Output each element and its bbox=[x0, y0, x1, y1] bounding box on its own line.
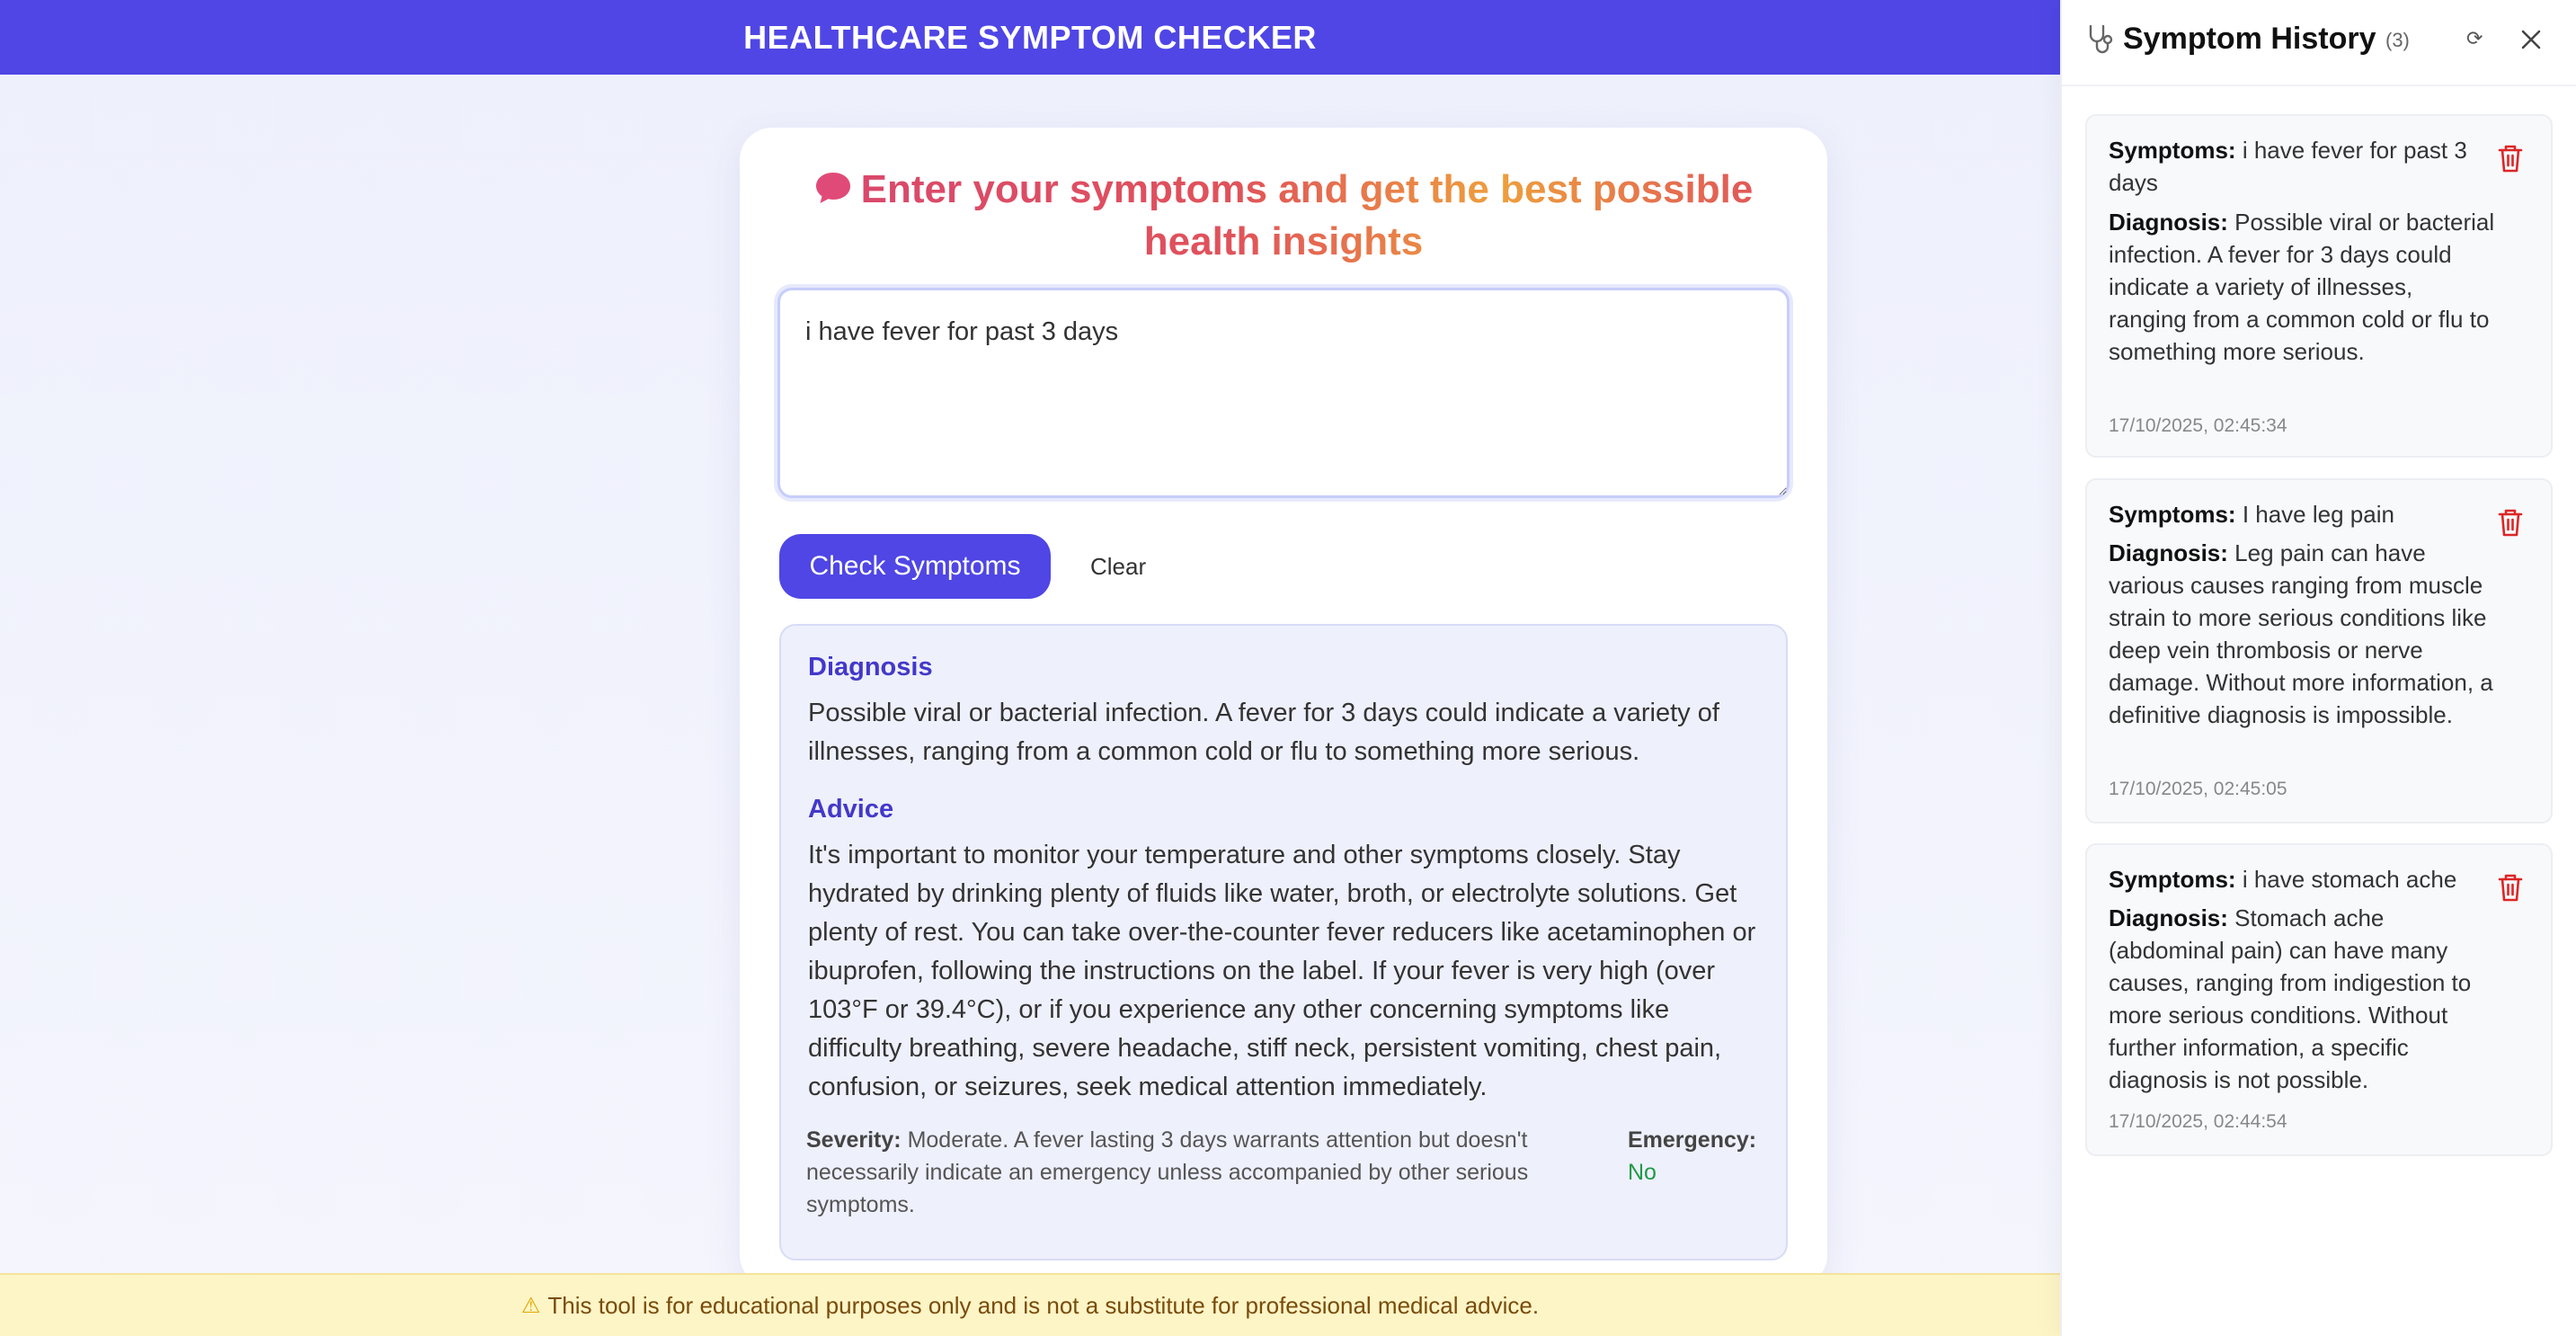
history-symptoms: Symptoms: i have fever for past 3 days bbox=[2109, 134, 2495, 199]
history-count-badge: (3) bbox=[2385, 29, 2410, 51]
severity-label: Severity: bbox=[806, 1127, 902, 1153]
delete-icon[interactable] bbox=[2497, 872, 2524, 903]
disclaimer-banner: ⚠ This tool is for educational purposes … bbox=[0, 1273, 2060, 1336]
app-header: HEALTHCARE SYMPTOM CHECKER bbox=[0, 0, 2060, 75]
history-symptoms: Symptoms: I have leg pain bbox=[2109, 498, 2495, 530]
app-title: HEALTHCARE SYMPTOM CHECKER bbox=[743, 18, 1317, 56]
severity-block: Severity: Moderate. A fever lasting 3 da… bbox=[806, 1124, 1597, 1221]
history-timestamp: 17/10/2025, 02:45:05 bbox=[2109, 779, 2287, 799]
warning-icon: ⚠ bbox=[520, 1293, 541, 1318]
diagnosis-text: Leg pain can have various causes ranging… bbox=[2109, 539, 2493, 728]
delete-icon[interactable] bbox=[2497, 143, 2524, 174]
history-timestamp: 17/10/2025, 02:45:34 bbox=[2109, 415, 2287, 436]
diagnosis-label: Diagnosis: bbox=[2109, 904, 2228, 931]
symptoms-label: Symptoms: bbox=[2109, 866, 2236, 893]
history-item[interactable]: Symptoms: I have leg pain Diagnosis: Leg… bbox=[2085, 478, 2553, 824]
history-item[interactable]: Symptoms: i have stomach ache Diagnosis:… bbox=[2085, 843, 2553, 1156]
history-item[interactable]: Symptoms: i have fever for past 3 days D… bbox=[2085, 114, 2553, 458]
page-heading: Enter your symptoms and get the best pos… bbox=[794, 164, 1773, 268]
sidebar-header: Symptom History (3) bbox=[2062, 0, 2576, 86]
sidebar-title: Symptom History bbox=[2123, 22, 2376, 56]
diagnosis-text: Possible viral or bacterial infection. A… bbox=[808, 699, 1719, 766]
stethoscope-icon bbox=[2089, 24, 2113, 54]
history-diagnosis: Diagnosis: Stomach ache (abdominal pain)… bbox=[2109, 902, 2495, 1096]
emergency-value: No bbox=[1628, 1160, 1657, 1185]
heading-text: Enter your symptoms and get the best pos… bbox=[860, 167, 1754, 263]
symptom-checker-card: Enter your symptoms and get the best pos… bbox=[740, 128, 1827, 1287]
advice-heading: Advice bbox=[808, 795, 894, 824]
diagnosis-text: Stomach ache (abdominal pain) can have m… bbox=[2109, 904, 2472, 1093]
symptoms-text: I have leg pain bbox=[2242, 501, 2394, 528]
severity-text: Moderate. A fever lasting 3 days warrant… bbox=[806, 1127, 1529, 1217]
chat-bubble-icon bbox=[815, 173, 850, 203]
diagnosis-heading: Diagnosis bbox=[808, 653, 933, 681]
history-symptoms: Symptoms: i have stomach ache bbox=[2109, 863, 2495, 895]
delete-icon[interactable] bbox=[2497, 507, 2524, 538]
emergency-block: Emergency: No bbox=[1628, 1124, 1799, 1189]
emergency-label: Emergency: bbox=[1628, 1127, 1757, 1153]
close-icon[interactable] bbox=[2519, 28, 2543, 51]
history-diagnosis: Diagnosis: Possible viral or bacterial i… bbox=[2109, 206, 2495, 368]
symptoms-label: Symptoms: bbox=[2109, 501, 2236, 528]
check-symptoms-button[interactable]: Check Symptoms bbox=[779, 534, 1051, 599]
clear-button[interactable]: Clear bbox=[1078, 534, 1159, 599]
symptoms-text: i have stomach ache bbox=[2242, 866, 2457, 893]
history-timestamp: 17/10/2025, 02:44:54 bbox=[2109, 1111, 2287, 1132]
advice-text: It's important to monitor your temperatu… bbox=[808, 841, 1756, 1101]
refresh-icon[interactable]: ⟳ bbox=[2466, 27, 2483, 50]
diagnosis-label: Diagnosis: bbox=[2109, 539, 2228, 566]
disclaimer-text: This tool is for educational purposes on… bbox=[547, 1291, 1540, 1319]
symptoms-input[interactable]: i have fever for past 3 days bbox=[777, 288, 1790, 498]
symptoms-label: Symptoms: bbox=[2109, 137, 2236, 164]
diagnosis-label: Diagnosis: bbox=[2109, 209, 2228, 236]
history-diagnosis: Diagnosis: Leg pain can have various cau… bbox=[2109, 537, 2495, 731]
